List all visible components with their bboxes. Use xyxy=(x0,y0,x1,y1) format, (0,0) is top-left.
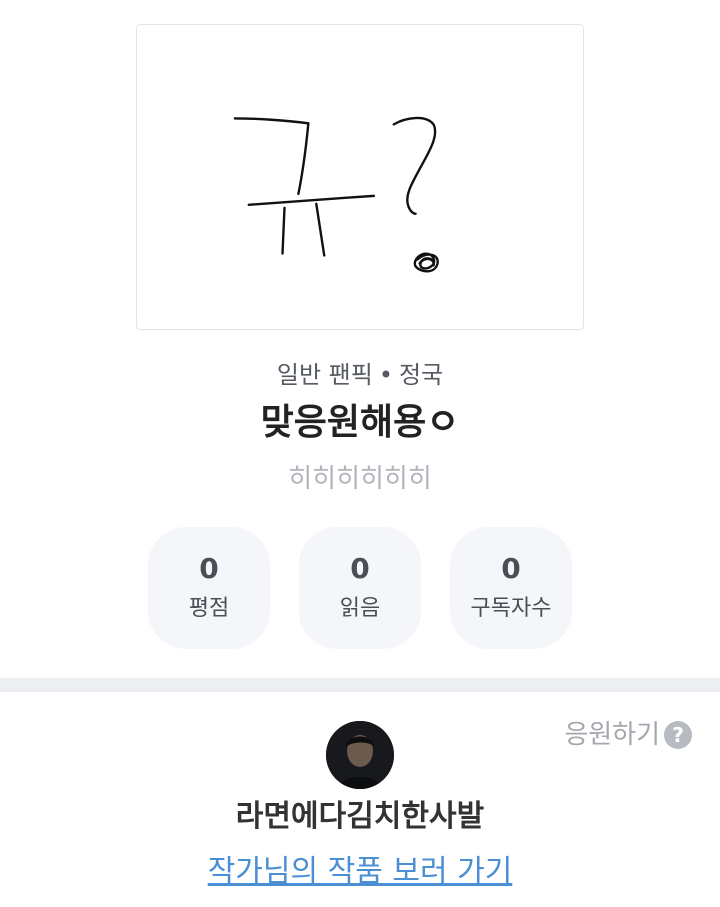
stats-row: 0 평점 0 읽음 0 구독자수 xyxy=(148,527,572,649)
help-icon[interactable]: ? xyxy=(664,721,692,749)
support-button[interactable]: 응원하기 ? xyxy=(564,717,692,753)
story-meta: 일반 팬픽 • 정국 xyxy=(0,358,720,392)
stat-rating: 0 평점 xyxy=(148,527,270,649)
character-label: 정국 xyxy=(398,361,444,389)
stat-reads-label: 읽음 xyxy=(339,596,381,621)
stat-reads-value: 0 xyxy=(350,552,370,585)
support-label: 응원하기 xyxy=(564,720,660,750)
stat-reads: 0 읽음 xyxy=(299,527,421,649)
avatar-image xyxy=(326,721,394,789)
story-subtitle: 히히히히히히 xyxy=(288,464,432,494)
category-label: 일반 팬픽 xyxy=(276,361,373,389)
author-avatar[interactable] xyxy=(326,721,394,789)
stat-subscribers-label: 구독자수 xyxy=(470,596,552,621)
cover-image xyxy=(136,24,584,330)
story-title: 맞응원해용ㅇ xyxy=(260,402,460,443)
story-page: 일반 팬픽 • 정국 맞응원해용ㅇ 히히히히히히 0 평점 0 읽음 0 구독자수 … xyxy=(0,0,720,907)
author-works-link[interactable]: 작가님의 작품 보러 가기 xyxy=(0,850,720,894)
handwritten-drawing-icon xyxy=(233,116,439,273)
section-divider xyxy=(0,678,720,692)
meta-separator: • xyxy=(378,361,393,389)
stat-subscribers: 0 구독자수 xyxy=(450,527,572,649)
stat-rating-label: 평점 xyxy=(188,596,230,621)
author-name: 라면에다김치한사발 xyxy=(235,799,485,834)
stat-rating-value: 0 xyxy=(199,552,219,585)
stat-subscribers-value: 0 xyxy=(501,552,521,585)
